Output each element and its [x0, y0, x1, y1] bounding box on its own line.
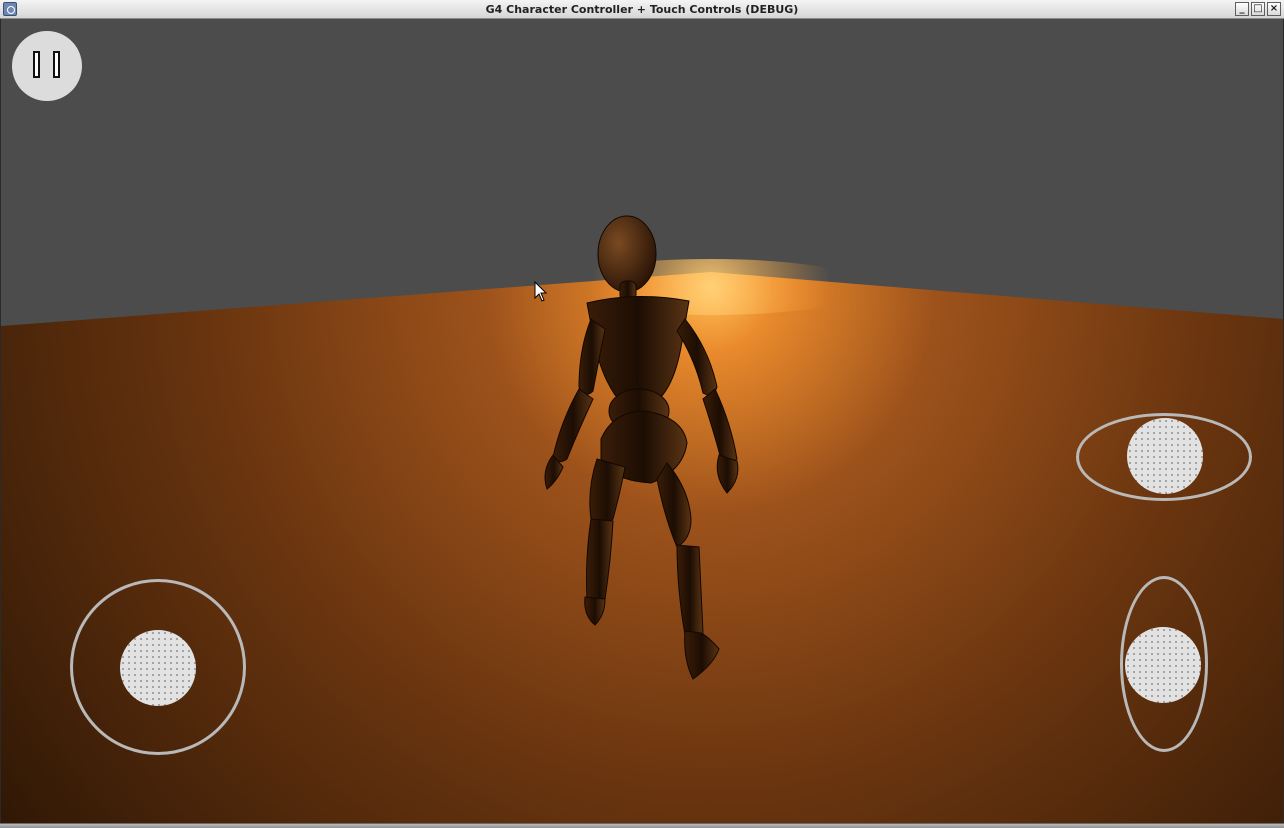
window-title: G4 Character Controller + Touch Controls… — [485, 3, 799, 16]
mouse-cursor-icon — [534, 281, 548, 302]
close-button[interactable]: × — [1267, 2, 1281, 16]
title-bar[interactable]: G4 Character Controller + Touch Controls… — [0, 0, 1284, 19]
game-viewport[interactable] — [1, 19, 1283, 823]
app-window: G4 Character Controller + Touch Controls… — [0, 0, 1284, 828]
window-bottom-border — [0, 823, 1284, 828]
move-joystick-knob[interactable] — [120, 630, 196, 706]
maximize-button[interactable]: □ — [1251, 2, 1265, 16]
pause-button[interactable] — [12, 31, 82, 101]
look-horizontal-joystick-knob[interactable] — [1127, 418, 1203, 494]
minimize-button[interactable]: _ — [1235, 2, 1249, 16]
look-vertical-joystick-knob[interactable] — [1125, 627, 1201, 703]
